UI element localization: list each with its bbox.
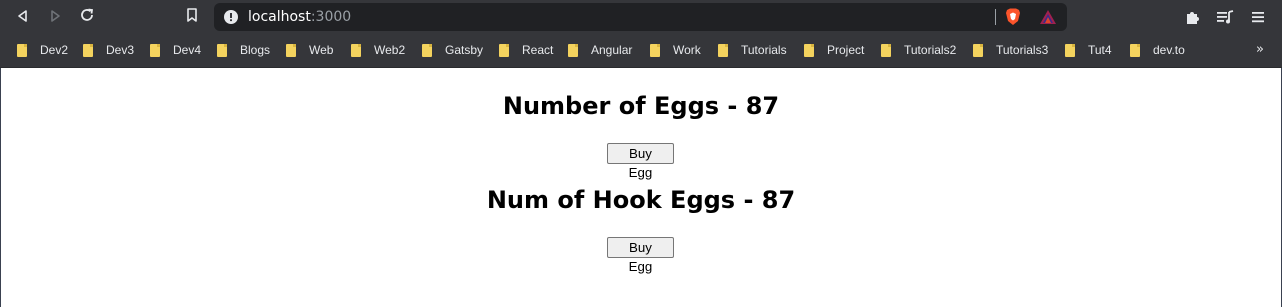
address-bar[interactable]: localhost:3000 [214, 3, 1067, 31]
bookmark-folder-dev3[interactable]: Dev3 [83, 42, 134, 58]
more-bookmarks-button[interactable]: » [1256, 42, 1264, 58]
folder-icon [1130, 43, 1140, 57]
folder-icon [804, 43, 814, 57]
folder-icon [17, 43, 27, 57]
folder-icon [973, 43, 983, 57]
bookmark-page-button[interactable] [180, 5, 204, 29]
reload-button[interactable] [75, 5, 99, 29]
menu-icon[interactable] [1251, 9, 1265, 29]
page-content: Number of Eggs - 87 Buy Egg Num of Hook … [0, 68, 1282, 307]
bookmark-folder-work[interactable]: Work [650, 42, 701, 58]
bookmark-label: Blogs [240, 43, 271, 57]
bookmark-folder-web2[interactable]: Web2 [351, 42, 405, 58]
back-icon [16, 8, 30, 27]
folder-icon [568, 43, 578, 57]
folder-icon [286, 43, 296, 57]
folder-icon [351, 43, 361, 57]
folder-icon [217, 43, 227, 57]
bookmark-label: Tutorials3 [996, 43, 1049, 57]
bookmark-icon [186, 7, 198, 27]
address-host: localhost [248, 9, 311, 25]
bookmark-folder-blogs[interactable]: Blogs [217, 42, 270, 58]
reload-icon [79, 7, 95, 27]
address-divider [995, 9, 996, 25]
browser-toolbar: localhost:3000 [0, 0, 1282, 34]
address-port: :3000 [310, 9, 352, 25]
bookmark-label: Tut4 [1088, 43, 1112, 57]
bookmark-folder-dev2[interactable]: Dev2 [17, 42, 68, 58]
brave-rewards-icon[interactable] [1039, 9, 1057, 29]
folder-icon [718, 43, 728, 57]
reading-list-icon[interactable] [1216, 9, 1234, 29]
back-button[interactable] [11, 5, 35, 29]
bookmark-folder-react[interactable]: React [499, 42, 553, 58]
bookmark-label: Dev4 [173, 43, 202, 57]
bookmark-label: Angular [591, 43, 633, 57]
bookmark-folder-angular[interactable]: Angular [568, 42, 632, 58]
bookmark-label: Project [827, 43, 865, 57]
window-border-left [0, 68, 1, 307]
folder-icon [150, 43, 160, 57]
bookmark-folder-tut4[interactable]: Tut4 [1065, 42, 1112, 58]
buy-egg-button[interactable]: Buy Egg [607, 143, 674, 180]
address-text[interactable]: localhost:3000 [248, 9, 351, 25]
bookmark-label: Tutorials2 [904, 43, 957, 57]
bookmark-label: React [522, 43, 554, 57]
folder-icon [1065, 43, 1075, 57]
folder-icon [422, 43, 432, 57]
bookmark-folder-web[interactable]: Web [286, 42, 333, 58]
bookmark-label: Tutorials [741, 43, 787, 57]
folder-icon [881, 43, 891, 57]
buy-hook-egg-button[interactable]: Buy Egg [607, 237, 674, 274]
folder-icon [650, 43, 660, 57]
forward-button[interactable] [43, 5, 67, 29]
info-icon[interactable] [224, 10, 238, 24]
bookmark-label: Dev2 [40, 43, 69, 57]
bookmark-label: Work [673, 43, 701, 57]
bookmark-label: Web [309, 43, 334, 57]
bookmark-folder-tutorials2[interactable]: Tutorials2 [881, 42, 956, 58]
bookmark-folder-dev4[interactable]: Dev4 [150, 42, 201, 58]
eggs-heading: Number of Eggs - 87 [502, 92, 780, 120]
forward-icon [48, 8, 62, 27]
bookmark-folder-gatsby[interactable]: Gatsby [422, 42, 483, 58]
extensions-icon[interactable] [1185, 9, 1201, 29]
bookmark-folder-devto[interactable]: dev.to [1130, 42, 1185, 58]
bookmark-folder-tutorials[interactable]: Tutorials [718, 42, 787, 58]
bookmark-label: Gatsby [445, 43, 484, 57]
bookmarks-bar: Dev2 Dev3 Dev4 Blogs Web Web2 Gatsby Rea… [0, 34, 1282, 68]
bookmark-label: Web2 [374, 43, 406, 57]
bookmark-label: dev.to [1153, 43, 1185, 57]
bookmark-folder-tutorials3[interactable]: Tutorials3 [973, 42, 1048, 58]
brave-shield-icon[interactable] [1005, 8, 1021, 30]
bookmark-folder-project[interactable]: Project [804, 42, 864, 58]
hook-eggs-heading: Num of Hook Eggs - 87 [486, 186, 796, 214]
folder-icon [499, 43, 509, 57]
bookmark-label: Dev3 [106, 43, 135, 57]
folder-icon [83, 43, 93, 57]
